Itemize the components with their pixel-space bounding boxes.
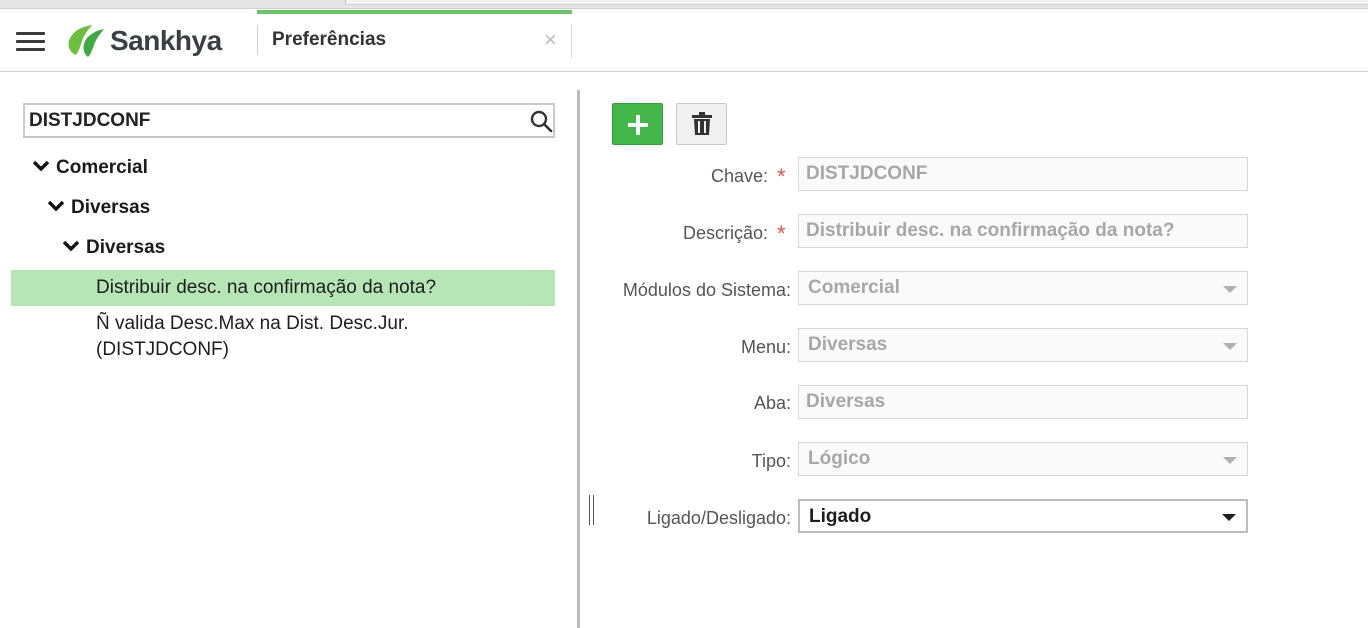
tree-node-comercial[interactable]: Comercial [32,157,148,179]
modulos-label: Módulos do Sistema: [622,280,791,300]
tipo-select[interactable]: Lógico [798,442,1248,476]
chevron-down-icon [62,240,80,252]
tree-node-label: Diversas [71,197,151,218]
caret-down-icon [1223,286,1237,293]
plus-icon-vertical [636,115,640,135]
ligado-value: Ligado [809,506,872,527]
caret-down-icon [1223,343,1237,350]
browser-top-strip [0,0,1368,9]
search-box [23,103,555,138]
required-marker: * [777,221,786,246]
sankhya-leaf-icon [68,25,104,57]
descricao-field[interactable]: Distribuir desc. na confirmação da nota? [798,214,1248,248]
modulos-select[interactable]: Comercial [798,271,1248,305]
aba-label: Aba: [753,393,791,413]
tipo-label: Tipo: [751,451,791,471]
tab-preferencias[interactable]: Preferências × [257,10,572,72]
sankhya-logo[interactable]: Sankhya [62,21,242,61]
required-marker: * [777,164,786,189]
panel-splitter[interactable] [577,90,580,628]
hamburger-icon[interactable] [16,30,45,52]
menu-label: Menu: [740,337,791,357]
caret-down-icon [1222,514,1236,521]
chevron-down-icon [47,200,65,212]
menu-select[interactable]: Diversas [798,328,1248,362]
tree-leaf-selected[interactable]: Distribuir desc. na confirmação da nota? [11,270,555,306]
tipo-value: Lógico [808,448,871,469]
close-tab-icon[interactable]: × [544,27,557,53]
tab-active-indicator [257,10,572,14]
tree-leaf[interactable]: Ñ valida Desc.Max na Dist. Desc.Jur. (DI… [11,311,431,363]
resize-handle[interactable] [588,495,596,525]
caret-down-icon [1223,457,1237,464]
menu-value: Diversas [808,334,888,355]
tab-divider [571,24,572,58]
brand-name: Sankhya [110,25,222,56]
aba-field[interactable]: Diversas [798,385,1248,419]
chave-field[interactable]: DISTJDCONF [798,157,1248,191]
search-icon[interactable] [529,109,553,133]
tree-node-label: Diversas [86,237,166,258]
modulos-value: Comercial [808,277,900,298]
descricao-label: Descrição: [682,223,768,243]
tree-node-diversas-menu[interactable]: Diversas [47,197,150,219]
search-input[interactable] [29,108,519,134]
ligado-label: Ligado/Desligado: [646,508,791,528]
app-header: Sankhya Preferências × [0,10,1368,72]
tree-node-label: Comercial [56,157,148,178]
browser-tab-edge [345,0,1368,5]
chevron-down-icon [32,160,50,172]
delete-button[interactable] [676,103,727,145]
chave-label: Chave: [710,166,768,186]
add-button[interactable] [612,103,663,145]
tree-node-diversas-aba[interactable]: Diversas [62,237,165,259]
trash-icon [692,112,712,135]
tab-label: Preferências [272,29,387,50]
ligado-select[interactable]: Ligado [798,499,1248,533]
